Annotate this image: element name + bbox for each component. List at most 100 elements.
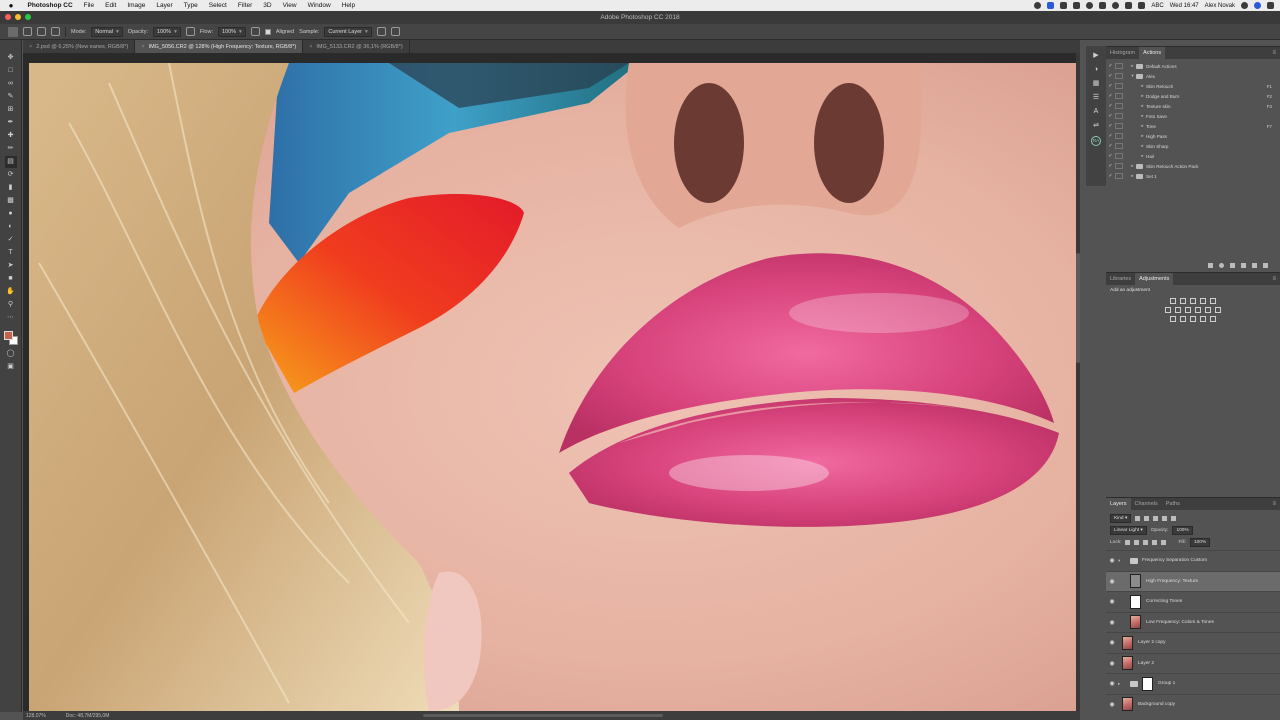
- bluetooth-icon[interactable]: [1099, 2, 1107, 9]
- blur-tool-icon[interactable]: ●: [7, 210, 15, 218]
- chevron-right-icon[interactable]: ▸: [1139, 133, 1146, 139]
- crop-tool-icon[interactable]: ⊞: [7, 106, 15, 114]
- menu-edit[interactable]: Edit: [100, 0, 122, 11]
- spotlight-icon[interactable]: [1241, 2, 1248, 9]
- chevron-right-icon[interactable]: ▸: [1139, 103, 1146, 109]
- check-icon[interactable]: ✓: [1106, 123, 1115, 129]
- panel-menu-icon[interactable]: ≡: [1272, 50, 1276, 56]
- chevron-right-icon[interactable]: ▸: [1139, 93, 1146, 99]
- properties-icon[interactable]: ☰: [1092, 94, 1100, 102]
- layer-row[interactable]: ◉ Layer 2 copy: [1106, 632, 1280, 653]
- scroll-thumb[interactable]: [1076, 253, 1080, 363]
- dialog-toggle-icon[interactable]: [1115, 153, 1123, 159]
- lock-transparent-icon[interactable]: [1125, 539, 1131, 545]
- exposure-icon[interactable]: [1200, 298, 1206, 304]
- doc-tab-3[interactable]: × IMG_5133.CR2 @ 36,1% (RGB/8*): [303, 40, 410, 53]
- close-icon[interactable]: ×: [141, 44, 144, 50]
- pressure-size-icon[interactable]: [390, 27, 400, 36]
- brush-tool-icon[interactable]: ✏: [7, 145, 15, 153]
- screen-share-icon[interactable]: [1047, 2, 1055, 9]
- lock-image-icon[interactable]: [1134, 539, 1140, 545]
- eye-icon[interactable]: ◉: [1106, 660, 1118, 667]
- check-icon[interactable]: ✓: [1106, 163, 1115, 169]
- tab-layers[interactable]: Layers: [1106, 498, 1131, 510]
- check-icon[interactable]: ✓: [1106, 83, 1115, 89]
- action-row[interactable]: ✓ ▸ Set 1: [1106, 171, 1280, 181]
- action-row[interactable]: ✓ ▸ Dodge and Burn F2: [1106, 91, 1280, 101]
- record-icon[interactable]: [1034, 2, 1042, 9]
- dialog-toggle-icon[interactable]: [1115, 163, 1123, 169]
- check-icon[interactable]: ✓: [1106, 173, 1115, 179]
- menu-file[interactable]: File: [78, 0, 99, 11]
- fill-field[interactable]: 100%: [1189, 537, 1211, 547]
- type-tool-icon[interactable]: T: [7, 249, 15, 257]
- lock-all-icon[interactable]: [1161, 539, 1167, 545]
- tab-adjustments[interactable]: Adjustments: [1135, 273, 1174, 285]
- eraser-tool-icon[interactable]: ▮: [7, 184, 15, 192]
- record-action-icon[interactable]: [1219, 262, 1224, 268]
- vibrance-icon[interactable]: [1210, 298, 1216, 304]
- notification-center-icon[interactable]: [1267, 2, 1274, 9]
- color-balance-icon[interactable]: [1175, 307, 1181, 313]
- document-canvas[interactable]: [29, 63, 1077, 711]
- vertical-scrollbar[interactable]: [1076, 53, 1080, 711]
- dialog-toggle-icon[interactable]: [1115, 113, 1123, 119]
- dialog-toggle-icon[interactable]: [1115, 123, 1123, 129]
- dialog-toggle-icon[interactable]: [1115, 63, 1123, 69]
- menu-window[interactable]: Window: [302, 0, 336, 11]
- layer-row[interactable]: ◉ Low Frequency: Colors & Tones: [1106, 611, 1280, 633]
- quick-mask-icon[interactable]: ◯: [7, 350, 15, 358]
- tab-libraries[interactable]: Libraries: [1106, 273, 1135, 285]
- pressure-opacity-icon[interactable]: [185, 27, 195, 36]
- sync-icon[interactable]: [1086, 2, 1094, 9]
- chevron-right-icon[interactable]: ▸: [1129, 63, 1136, 69]
- eyedropper-tool-icon[interactable]: ✒: [7, 119, 15, 127]
- brush-preset-icon[interactable]: [23, 27, 32, 36]
- filter-type-icon[interactable]: [1153, 515, 1159, 521]
- move-tool-icon[interactable]: ✥: [7, 54, 15, 62]
- volume-icon[interactable]: [1125, 2, 1133, 9]
- dialog-toggle-icon[interactable]: [1115, 173, 1123, 179]
- chevron-right-icon[interactable]: ▸: [1129, 173, 1136, 179]
- chevron-right-icon[interactable]: ▸: [1139, 123, 1146, 129]
- tool-preset-icon[interactable]: [8, 26, 18, 37]
- menu-type[interactable]: Type: [178, 0, 203, 11]
- zoom-tool-icon[interactable]: ⚲: [7, 301, 15, 309]
- curves-icon[interactable]: [1190, 298, 1196, 304]
- wifi-icon[interactable]: [1112, 2, 1120, 9]
- dodge-tool-icon[interactable]: ◐: [7, 223, 15, 231]
- menu-app-name[interactable]: Photoshop CC: [22, 0, 78, 11]
- dialog-toggle-icon[interactable]: [1115, 103, 1123, 109]
- clone-source-icon[interactable]: [37, 27, 46, 36]
- threshold-icon[interactable]: [1190, 316, 1196, 322]
- hue-saturation-icon[interactable]: [1165, 307, 1171, 313]
- check-icon[interactable]: ✓: [1106, 133, 1115, 139]
- quick-select-tool-icon[interactable]: ✎: [7, 93, 15, 101]
- check-icon[interactable]: ✓: [1106, 73, 1115, 79]
- panel-menu-icon[interactable]: ≡: [1272, 276, 1276, 282]
- sample-dropdown[interactable]: Current Layer ▾: [324, 26, 372, 37]
- doc-tab-2[interactable]: × IMG_5056.CR2 @ 128% (High Frequency: Te…: [135, 40, 304, 53]
- action-row[interactable]: ✓ ▸ Default Actions: [1106, 61, 1280, 71]
- minimize-window-button[interactable]: [15, 14, 21, 20]
- tab-actions[interactable]: Actions: [1139, 47, 1166, 59]
- zoom-level[interactable]: 128,07%: [26, 713, 46, 719]
- check-icon[interactable]: ✓: [1106, 93, 1115, 99]
- mode-dropdown[interactable]: Normal ▾: [91, 26, 123, 37]
- chevron-down-icon[interactable]: ▾: [1129, 73, 1136, 79]
- pen-tool-icon[interactable]: ✓: [7, 236, 15, 244]
- brush-panel-icon[interactable]: [51, 27, 60, 36]
- swatches-icon[interactable]: ▦: [1092, 80, 1100, 88]
- stop-icon[interactable]: [1208, 262, 1213, 268]
- dialog-toggle-icon[interactable]: [1115, 93, 1123, 99]
- dialog-toggle-icon[interactable]: [1115, 73, 1123, 79]
- tab-paths[interactable]: Paths: [1162, 498, 1184, 510]
- close-icon[interactable]: ×: [29, 44, 32, 50]
- layer-opacity-field[interactable]: 100%: [1172, 525, 1193, 535]
- layer-thumbnail[interactable]: [1122, 656, 1133, 671]
- menubar-clock[interactable]: Wed 16:47: [1170, 3, 1199, 9]
- doc-tab-1[interactable]: × 2.psd @ 6,25% (New eanes, RGB/8*): [23, 40, 136, 53]
- close-icon[interactable]: ×: [309, 44, 312, 50]
- eye-icon[interactable]: ◉: [1106, 619, 1118, 626]
- action-row[interactable]: ✓ ▸ Foto Save: [1106, 111, 1280, 121]
